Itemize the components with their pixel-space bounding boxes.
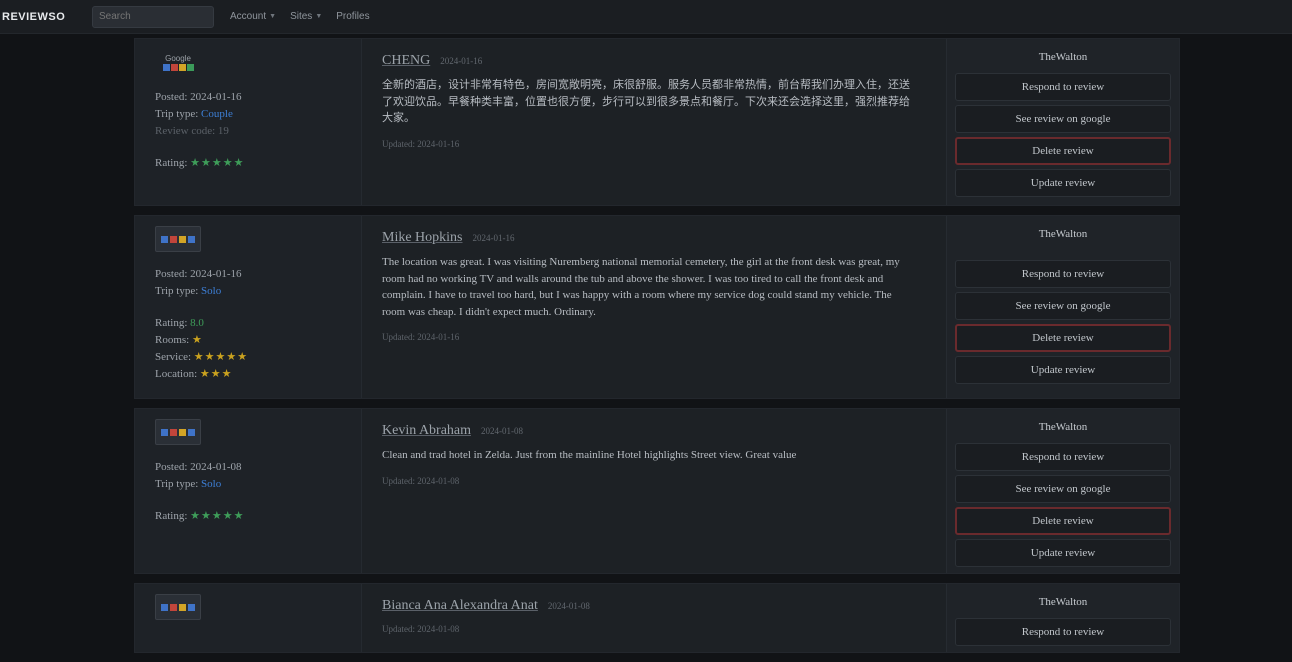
rating-label: Rating: — [155, 510, 188, 522]
main-nav: Account ▼ Sites ▼ Profiles — [230, 11, 370, 22]
see-on-google-button[interactable]: See review on google — [955, 292, 1171, 320]
meta-block: Posted: 2024-01-16 Trip type: Couple Rev… — [155, 89, 349, 172]
trip-type: Solo — [201, 478, 222, 490]
rating-stars: ★★★★★ — [190, 510, 245, 522]
review-meta: Posted: 2024-01-16 Trip type: Solo Ratin… — [135, 216, 362, 398]
update-button[interactable]: Update review — [955, 539, 1171, 567]
posted-label: Posted: — [155, 461, 188, 473]
meta-block: Posted: 2024-01-16 Trip type: Solo Ratin… — [155, 266, 349, 383]
review-actions: TheWalton Respond to review See review o… — [946, 216, 1179, 398]
review-author[interactable]: CHENG — [382, 53, 430, 69]
review-body: Kevin Abraham 2024-01-08 Clean and trad … — [362, 409, 946, 573]
platform-name: TheWalton — [1038, 228, 1088, 240]
subrating-label: Location: — [155, 368, 198, 380]
review-card: Posted: 2024-01-08 Trip type: Solo Ratin… — [134, 408, 1180, 574]
nav-profiles-label: Profiles — [336, 11, 370, 22]
subrating-label: Service: — [155, 351, 192, 363]
review-card: Posted: 2024-01-16 Trip type: Solo Ratin… — [134, 215, 1180, 399]
review-date: 2024-01-08 — [481, 426, 524, 436]
brand-logo[interactable]: REVIEWSO — [0, 11, 86, 23]
see-on-google-button[interactable]: See review on google — [955, 475, 1171, 503]
review-author[interactable]: Kevin Abraham — [382, 423, 471, 439]
nav-account[interactable]: Account ▼ — [230, 11, 276, 22]
trip-type: Couple — [201, 108, 233, 120]
google-logo: Google — [155, 49, 201, 75]
respond-button[interactable]: Respond to review — [955, 443, 1171, 471]
subrating-stars: ★★★★★ — [193, 351, 249, 363]
posted-date: 2024-01-16 — [190, 268, 242, 280]
booking-logo — [155, 226, 201, 252]
respond-button[interactable]: Respond to review — [955, 73, 1171, 101]
chevron-down-icon: ▼ — [269, 13, 277, 20]
nav-sites-label: Sites — [290, 11, 313, 22]
delete-button[interactable]: Delete review — [955, 324, 1171, 352]
review-meta: Posted: 2024-01-08 Trip type: Solo Ratin… — [135, 409, 362, 573]
updated-date: Updated: 2024-01-16 — [382, 332, 460, 342]
search-input[interactable] — [92, 5, 214, 28]
trip-label: Trip type: — [155, 108, 199, 120]
review-date: 2024-01-08 — [547, 601, 590, 611]
review-card: Google Posted: 2024-01-16 Trip type: Cou… — [134, 38, 1180, 206]
review-meta: Google Posted: 2024-01-16 Trip type: Cou… — [135, 39, 362, 205]
chevron-down-icon: ▼ — [315, 13, 323, 20]
review-list: Google Posted: 2024-01-16 Trip type: Cou… — [134, 38, 1180, 662]
update-button[interactable]: Update review — [955, 169, 1171, 197]
review-author[interactable]: Mike Hopkins — [382, 230, 463, 246]
updated-date: Updated: 2024-01-08 — [382, 475, 460, 486]
updated-date: Updated: 2024-01-16 — [382, 138, 460, 149]
rating-stars: ★★★★★ — [190, 157, 245, 169]
trip-label: Trip type: — [155, 478, 199, 490]
review-text: The location was great. I was visiting N… — [382, 256, 900, 318]
nav-account-label: Account — [230, 11, 267, 22]
subrating-stars: ★ — [191, 334, 203, 346]
review-actions: TheWalton Respond to review See review o… — [946, 39, 1179, 205]
review-date: 2024-01-16 — [440, 56, 483, 66]
review-body: Mike Hopkins 2024-01-16 The location was… — [362, 216, 946, 398]
updated-date: Updated: 2024-01-08 — [382, 624, 460, 634]
nav-sites[interactable]: Sites ▼ — [290, 11, 322, 22]
review-code: Review code: 19 — [155, 125, 229, 137]
nav-profiles[interactable]: Profiles — [336, 11, 369, 22]
review-date: 2024-01-16 — [472, 233, 515, 243]
platform-name: TheWalton — [1038, 421, 1088, 433]
rating-label: Rating: — [155, 157, 188, 169]
trip-label: Trip type: — [155, 285, 199, 297]
meta-block: Posted: 2024-01-08 Trip type: Solo Ratin… — [155, 459, 349, 525]
posted-date: 2024-01-08 — [190, 461, 242, 473]
rating-label: Rating: — [155, 317, 188, 329]
subrating-label: Rooms: — [155, 334, 190, 346]
update-button[interactable]: Update review — [955, 356, 1171, 384]
trip-type: Solo — [201, 285, 222, 297]
review-actions: TheWalton Respond to review See review o… — [946, 409, 1179, 573]
see-on-google-button[interactable]: See review on google — [955, 105, 1171, 133]
delete-button[interactable]: Delete review — [955, 137, 1171, 165]
respond-button[interactable]: Respond to review — [955, 260, 1171, 288]
logo-label: Google — [165, 53, 191, 63]
booking-logo — [155, 594, 201, 620]
subrating-stars: ★★★ — [199, 368, 233, 380]
platform-name: TheWalton — [1038, 596, 1088, 608]
booking-logo — [155, 419, 201, 445]
review-text: 全新的酒店，设计非常有特色，房间宽敞明亮，床很舒服。服务人员都非常热情，前台帮我… — [382, 79, 910, 124]
rating-score: 8.0 — [190, 317, 204, 329]
posted-label: Posted: — [155, 268, 188, 280]
posted-label: Posted: — [155, 91, 188, 103]
review-body: CHENG 2024-01-16 全新的酒店，设计非常有特色，房间宽敞明亮，床很… — [362, 39, 946, 205]
platform-name: TheWalton — [1038, 51, 1088, 63]
review-text: Clean and trad hotel in Zelda. Just from… — [382, 449, 797, 461]
top-navbar: REVIEWSO Account ▼ Sites ▼ Profiles — [0, 0, 1292, 34]
review-author[interactable]: Bianca Ana Alexandra Anat — [382, 598, 538, 614]
review-card: Bianca Ana Alexandra Anat 2024-01-08 Upd… — [134, 583, 1180, 653]
delete-button[interactable]: Delete review — [955, 507, 1171, 535]
posted-date: 2024-01-16 — [190, 91, 242, 103]
